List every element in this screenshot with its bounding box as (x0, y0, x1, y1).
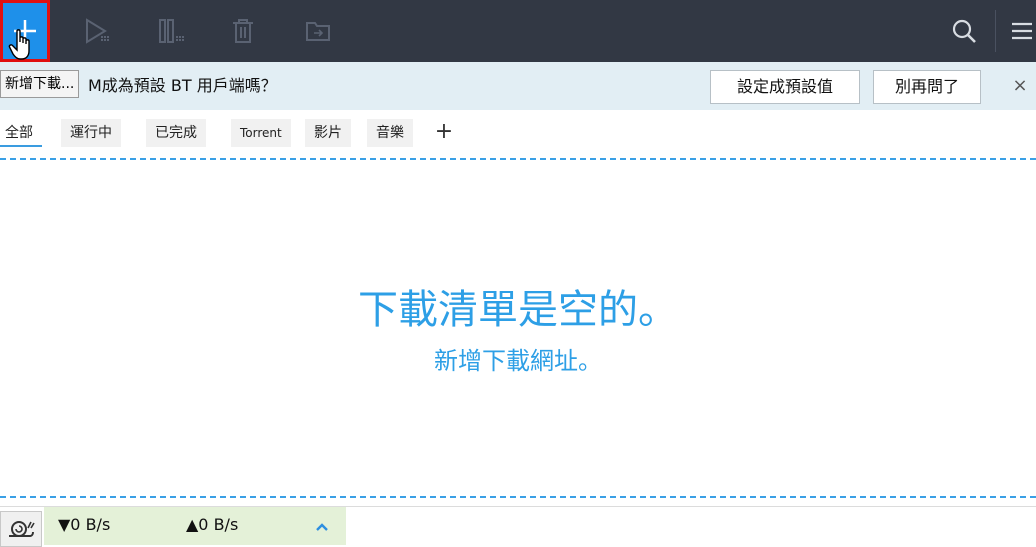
search-icon (952, 19, 976, 43)
pause-icon (159, 19, 184, 43)
download-speed: ▼0 B/s (58, 515, 111, 534)
resume-button[interactable] (80, 0, 116, 62)
add-url-link[interactable]: 新增下載網址。 (0, 345, 1036, 377)
tab-running[interactable]: 運行中 (61, 119, 121, 147)
notice-message: M成為預設 BT 用戶端嗎？ (88, 76, 277, 95)
tab-video[interactable]: 影片 (305, 119, 351, 147)
delete-button[interactable] (228, 0, 258, 62)
speed-panel: ▼0 B/s ▲0 B/s (44, 507, 346, 545)
snail-icon (9, 521, 35, 537)
upload-speed: ▲0 B/s (186, 515, 239, 534)
empty-list-title: 下載清單是空的。 (358, 287, 678, 333)
tab-music[interactable]: 音樂 (367, 119, 413, 147)
search-button[interactable] (946, 0, 982, 62)
trash-icon (233, 19, 253, 43)
menu-button[interactable] (1008, 0, 1036, 62)
folder-icon (306, 22, 330, 41)
tab-torrent[interactable]: Torrent (231, 119, 291, 147)
add-tab-button[interactable]: + (430, 118, 458, 146)
hamburger-icon (1012, 22, 1032, 40)
play-icon (86, 18, 109, 44)
close-notice-icon[interactable]: × (1008, 62, 1032, 110)
default-client-notice: M成為預設 BT 用戶端嗎？ 設定成預設值 別再問了 (0, 62, 1036, 110)
dropzone-bottom-border (0, 496, 1036, 498)
dont-ask-again-button[interactable]: 別再問了 (873, 70, 981, 104)
set-default-button[interactable]: 設定成預設值 (710, 70, 860, 104)
tab-completed[interactable]: 已完成 (146, 119, 206, 147)
speed-limit-button[interactable] (0, 511, 42, 547)
filter-tabs: 全部 運行中 已完成 Torrent 影片 音樂 + (0, 112, 1036, 152)
chevron-up-icon[interactable] (314, 519, 330, 535)
move-to-folder-button[interactable] (303, 0, 333, 62)
add-download-tooltip: 新增下載... (0, 70, 80, 98)
status-bar: ▼0 B/s ▲0 B/s (0, 506, 1036, 547)
hand-cursor-icon (8, 29, 30, 60)
toolbar (0, 0, 1036, 62)
toolbar-separator (995, 10, 996, 52)
dropzone-top-border (0, 158, 1036, 160)
tab-all[interactable]: 全部 (0, 119, 42, 147)
pause-button[interactable] (154, 0, 190, 62)
